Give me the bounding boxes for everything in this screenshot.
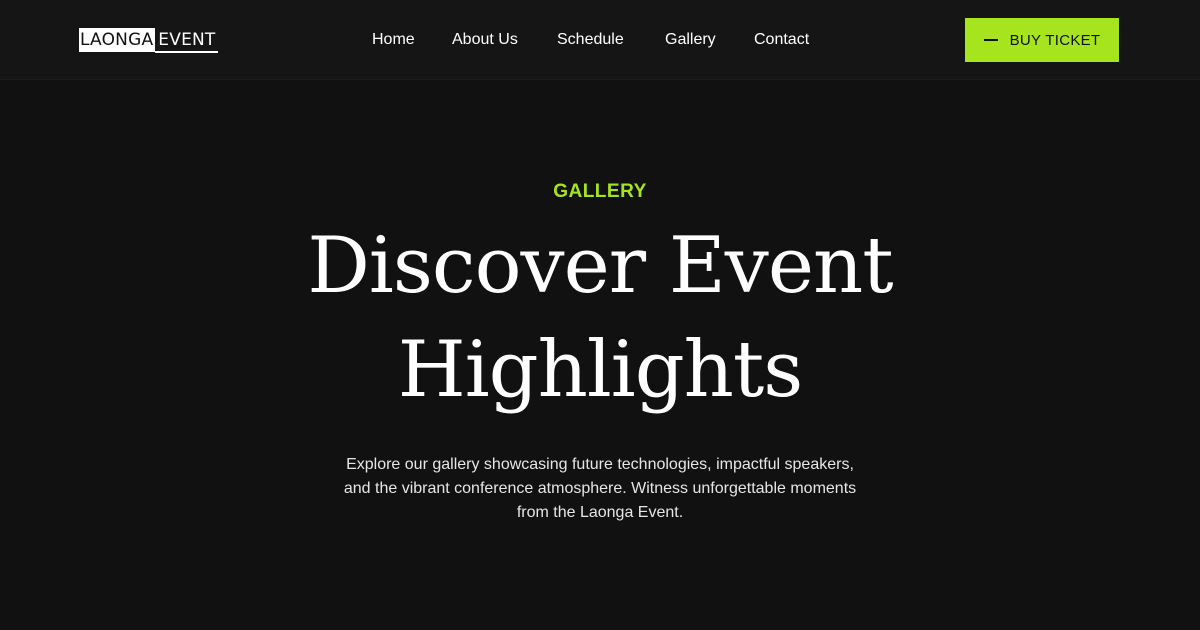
logo[interactable]: LAONGA EVENT <box>79 28 218 53</box>
hero-description: Explore our gallery showcasing future te… <box>290 453 910 525</box>
logo-text-secondary: EVENT <box>155 28 218 53</box>
hero-title-line: Highlights <box>397 325 804 415</box>
hero-description-line: and the vibrant conference atmosphere. W… <box>343 480 857 497</box>
nav-home-link[interactable]: Home <box>372 29 415 51</box>
hero-title-line: Discover Event <box>307 221 893 311</box>
nav-contact-link[interactable]: Contact <box>754 29 809 51</box>
buy-ticket-button[interactable]: BUY TICKET <box>965 18 1119 62</box>
hero-description-line: from the Laonga Event. <box>516 504 684 521</box>
buy-ticket-label: BUY TICKET <box>1009 31 1101 49</box>
hero-description-line: Explore our gallery showcasing future te… <box>346 456 854 473</box>
logo-text-primary: LAONGA <box>79 28 156 52</box>
dash-icon <box>983 39 998 41</box>
hero-title: Discover Event Highlights <box>250 214 950 422</box>
site-header: LAONGA EVENT Home About Us Schedule Gall… <box>0 0 1200 80</box>
nav-schedule-link[interactable]: Schedule <box>557 29 624 51</box>
nav-about-link[interactable]: About Us <box>452 29 518 51</box>
section-eyebrow: GALLERY <box>553 181 647 202</box>
nav-gallery-link[interactable]: Gallery <box>665 29 716 51</box>
